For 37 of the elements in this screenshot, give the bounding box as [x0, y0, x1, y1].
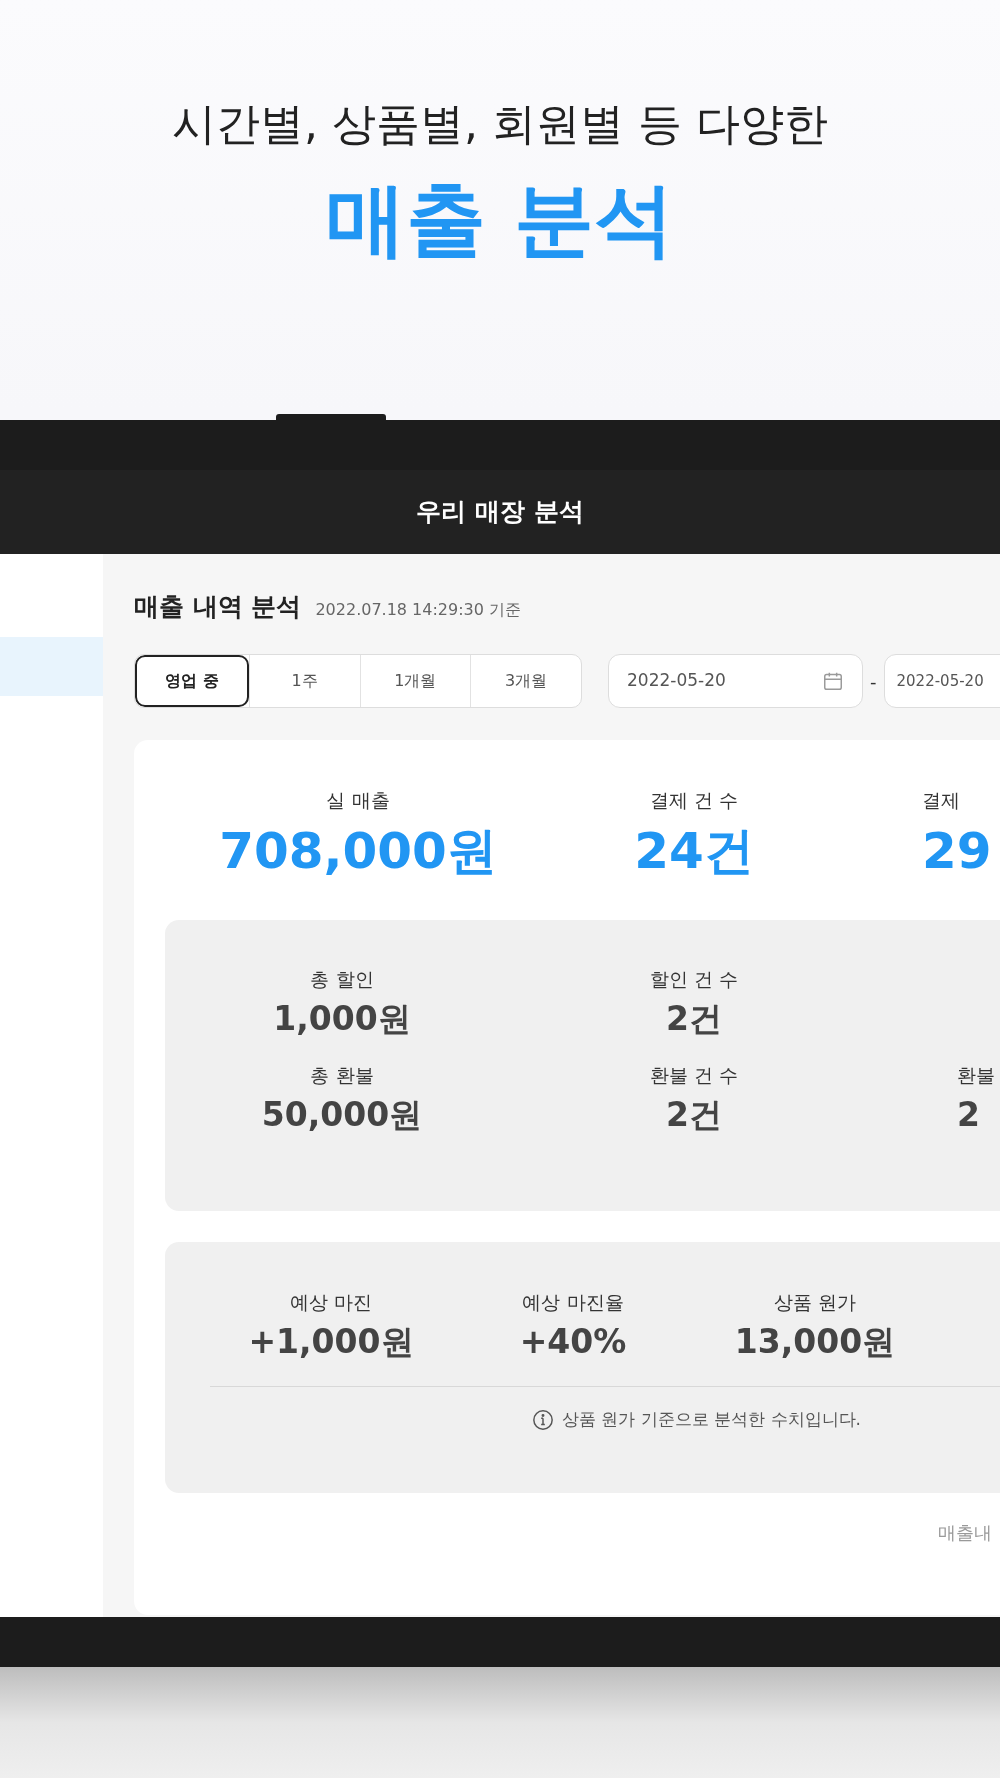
metric-value: 13,000원: [734, 1321, 896, 1363]
metric-label: 할인 건 수: [649, 967, 739, 992]
period-tab[interactable]: 1주: [248, 655, 360, 707]
period-tab[interactable]: 영업 중: [135, 655, 249, 707]
metric-value: +1,000원: [248, 1321, 414, 1363]
metric-label: 결제 건 수: [649, 788, 739, 813]
metric-label: 실 매출: [326, 788, 390, 813]
metric-value: 708,000원: [219, 821, 497, 882]
metric-label: 결제: [922, 788, 960, 813]
report-timestamp: 2022.07.18 14:29:30 기준: [315, 599, 522, 621]
metric-value: 29: [922, 821, 992, 882]
metric-label: 총 할인: [310, 967, 374, 992]
info-icon: [532, 1408, 554, 1431]
metric-label: 환불 건 수: [649, 1063, 739, 1088]
calendar-icon: [822, 670, 844, 692]
period-tab[interactable]: 3개월: [470, 655, 581, 707]
metric-value: 1,000원: [273, 998, 411, 1040]
date-separator: -: [870, 669, 877, 694]
period-tab[interactable]: 1개월: [359, 655, 471, 707]
metric-value: +40%: [519, 1321, 627, 1363]
metric-value: 2건: [666, 1094, 722, 1136]
start-date-field[interactable]: 2022-05-20: [608, 654, 863, 708]
headline-subtitle: 시간별, 상품별, 회원별 등 다양한: [172, 97, 828, 151]
metric-value: 2: [957, 1094, 980, 1136]
metric-value: 2건: [666, 998, 722, 1040]
metric-label: 예상 마진: [289, 1290, 372, 1315]
metric-label: 상품 원가: [773, 1290, 856, 1315]
metric-label: 예상 마진율: [522, 1290, 624, 1315]
report-heading: 매출 내역 분석: [134, 591, 302, 623]
metric-label: 총 환불: [310, 1063, 374, 1088]
info-note: 상품 원가 기준으로 분석한 수치입니다.: [562, 1408, 862, 1431]
metric-label: 환불: [957, 1063, 995, 1088]
end-date-field[interactable]: 2022-05-20: [883, 654, 1000, 708]
app-title: 우리 매장 분석: [416, 496, 584, 529]
headline-title: 매출 분석: [326, 172, 674, 268]
metric-value: 50,000원: [261, 1094, 423, 1136]
metric-value: 24건: [634, 821, 754, 882]
